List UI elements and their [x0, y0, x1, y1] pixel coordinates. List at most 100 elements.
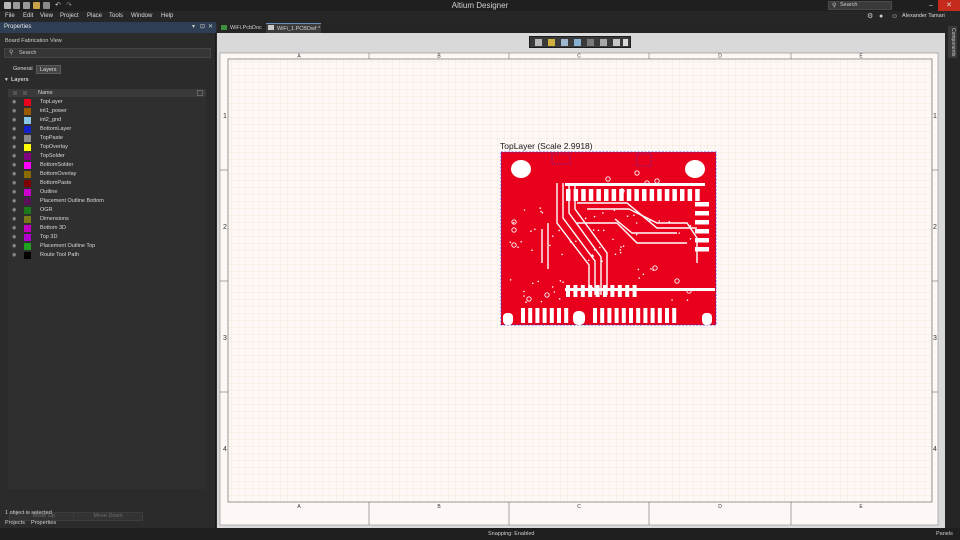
layer-color-swatch[interactable] — [24, 225, 31, 232]
panel-menu-icon[interactable]: ▾ — [192, 23, 195, 30]
notification-icon[interactable]: ● — [879, 11, 883, 22]
visibility-eye-icon[interactable]: ◉ — [12, 127, 18, 132]
visibility-eye-icon[interactable]: ◉ — [12, 136, 18, 141]
layer-color-swatch[interactable] — [24, 108, 31, 115]
column-options-icon[interactable] — [197, 90, 203, 96]
place-bom-icon[interactable] — [574, 39, 581, 46]
user-icon[interactable]: ☺ — [891, 11, 898, 22]
visibility-eye-icon[interactable]: ◉ — [12, 118, 18, 123]
layer-row[interactable]: ◉ TopOverlay — [8, 143, 206, 152]
layer-color-swatch[interactable] — [24, 162, 31, 169]
visibility-eye-icon[interactable]: ◉ — [12, 208, 18, 213]
visibility-eye-icon[interactable]: ◉ — [12, 181, 18, 186]
layer-row[interactable]: ◉ int1_power — [8, 107, 206, 116]
visibility-eye-icon[interactable]: ◉ — [12, 172, 18, 177]
menu-view[interactable]: View — [40, 11, 53, 22]
layer-row[interactable]: ◉ TopPaste — [8, 134, 206, 143]
layer-color-swatch[interactable] — [24, 216, 31, 223]
layer-color-swatch[interactable] — [24, 126, 31, 133]
layer-row[interactable]: ◉ BottomSolder — [8, 161, 206, 170]
layer-color-swatch[interactable] — [24, 135, 31, 142]
user-name[interactable]: Alexander Tamari — [902, 11, 945, 22]
place-symbol-icon[interactable] — [548, 39, 555, 46]
layer-row[interactable]: ◉ Placement Outline Bottom — [8, 197, 206, 206]
pcb-board-view[interactable]: TopLayer (Scale 2.9918) — [500, 141, 717, 326]
visibility-eye-icon[interactable]: ◉ — [12, 190, 18, 195]
layer-color-swatch[interactable] — [24, 99, 31, 106]
via — [593, 215, 596, 218]
menu-window[interactable]: Window — [131, 11, 152, 22]
layer-row[interactable]: ◉ BottomOverlay — [8, 170, 206, 179]
layer-row[interactable]: ◉ Placement Outline Top — [8, 242, 206, 251]
board-view-icon[interactable] — [535, 39, 542, 46]
layer-row[interactable]: ◉ TopSolder — [8, 152, 206, 161]
panels-button[interactable]: Panels — [936, 528, 953, 540]
layer-color-swatch[interactable] — [24, 252, 31, 259]
visibility-eye-icon[interactable]: ◉ — [12, 163, 18, 168]
layer-color-swatch[interactable] — [24, 207, 31, 214]
layer-row[interactable]: ◉ int2_gnd — [8, 116, 206, 125]
tab-projects[interactable]: Projects — [5, 520, 25, 526]
layer-row[interactable]: ◉ BottomLayer — [8, 125, 206, 134]
view-label[interactable]: TopLayer (Scale 2.9918) — [500, 141, 593, 151]
menu-file[interactable]: File — [5, 11, 15, 22]
panel-pin-icon[interactable]: ⊡ — [200, 23, 205, 30]
place-line-icon[interactable] — [623, 39, 628, 46]
layer-color-swatch[interactable] — [24, 144, 31, 151]
place-table-icon[interactable] — [613, 39, 620, 46]
layers-section-title[interactable]: Layers — [11, 77, 29, 83]
layer-row[interactable]: ◉ Route Tool Path — [8, 251, 206, 260]
layer-row[interactable]: ◉ OGR — [8, 206, 206, 215]
menu-place[interactable]: Place — [87, 11, 102, 22]
place-text-icon[interactable] — [600, 39, 607, 46]
layer-color-swatch[interactable] — [24, 189, 31, 196]
tab-properties[interactable]: Properties — [31, 520, 56, 526]
name-column-header[interactable]: Name — [38, 89, 53, 97]
layer-row[interactable]: ◉ Top 3D — [8, 233, 206, 242]
tab-components[interactable]: Components — [948, 26, 957, 58]
layer-row[interactable]: ◉ Bottom 3D — [8, 224, 206, 233]
via — [594, 290, 597, 292]
visibility-eye-icon[interactable]: ◉ — [12, 235, 18, 240]
pad — [573, 285, 578, 297]
menu-project[interactable]: Project — [60, 11, 79, 22]
layer-row[interactable]: ◉ BottomPaste — [8, 179, 206, 188]
close-button[interactable]: ✕ — [938, 0, 960, 11]
layer-color-swatch[interactable] — [24, 117, 31, 124]
visibility-eye-icon[interactable]: ◉ — [12, 199, 18, 204]
visibility-eye-icon[interactable]: ◉ — [12, 109, 18, 114]
layer-color-swatch[interactable] — [24, 234, 31, 241]
layer-color-swatch[interactable] — [24, 180, 31, 187]
tab-layers[interactable]: Layers — [36, 65, 61, 74]
visibility-eye-icon[interactable]: ◉ — [12, 154, 18, 159]
layer-color-swatch[interactable] — [24, 198, 31, 205]
tab-general[interactable]: General — [10, 65, 36, 74]
layer-row[interactable]: ◉ Outline — [8, 188, 206, 197]
layer-color-swatch[interactable] — [24, 243, 31, 250]
tab-wifi-pcbdwf[interactable]: WiFi_1.PCBDwf * — [266, 23, 321, 33]
visibility-eye-icon[interactable]: ◉ — [12, 100, 18, 105]
layer-row[interactable]: ◉ Dimensions — [8, 215, 206, 224]
layer-color-swatch[interactable] — [24, 153, 31, 160]
menu-tools[interactable]: Tools — [109, 11, 123, 22]
section-collapse-icon[interactable]: ▾ — [5, 77, 8, 83]
visibility-eye-icon[interactable]: ◉ — [12, 226, 18, 231]
drawing-workspace[interactable]: AABBCCDDEE11223344 TopLayer (Scale 2.991… — [217, 33, 945, 528]
visibility-eye-icon[interactable]: ◉ — [12, 253, 18, 258]
maximize-button[interactable] — [922, 0, 938, 11]
properties-search-input[interactable]: Search — [4, 48, 211, 58]
visibility-eye-icon[interactable]: ◉ — [12, 145, 18, 150]
menu-edit[interactable]: Edit — [23, 11, 33, 22]
window-title: Altium Designer — [451, 1, 509, 10]
menu-help[interactable]: Help — [161, 11, 173, 22]
layer-row[interactable]: ◉ TopLayer — [8, 98, 206, 107]
drawing-sheet[interactable]: AABBCCDDEE1 12 23 34 4 TopLayer (Scale 2… — [217, 33, 945, 528]
visibility-eye-icon[interactable]: ◉ — [12, 244, 18, 249]
panel-close-icon[interactable]: ✕ — [208, 23, 213, 30]
gear-icon[interactable]: ⚙ — [867, 11, 873, 22]
place-drill-table-icon[interactable] — [561, 39, 568, 46]
global-search-input[interactable]: Search — [828, 1, 892, 10]
layer-color-swatch[interactable] — [24, 171, 31, 178]
visibility-eye-icon[interactable]: ◉ — [12, 217, 18, 222]
place-dimension-icon[interactable] — [587, 39, 594, 46]
